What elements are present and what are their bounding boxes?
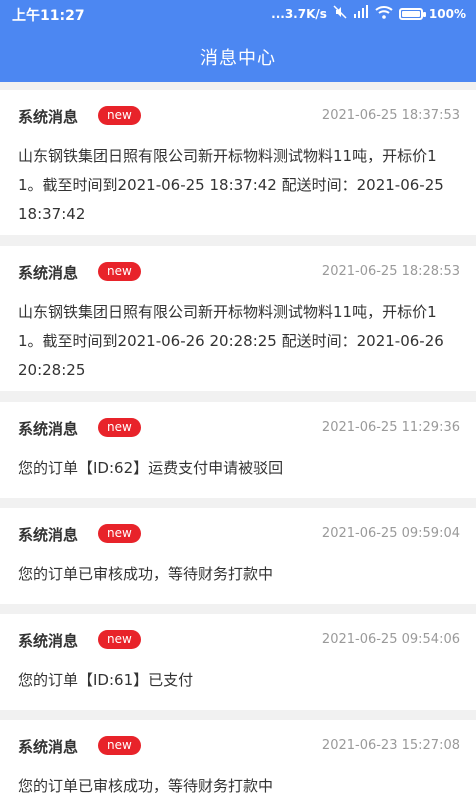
status-icons: ...3.7K/s 100% bbox=[271, 5, 466, 22]
message-item[interactable]: 系统消息 new 2021-06-23 15:27:08 您的订单已审核成功，等… bbox=[0, 720, 476, 796]
message-time: 2021-06-25 18:37:53 bbox=[321, 108, 460, 123]
message-sender: 系统消息 bbox=[18, 738, 79, 756]
battery-icon bbox=[398, 7, 426, 20]
message-content: 您的订单【ID:62】运费支付申请被驳回 bbox=[18, 459, 284, 477]
fade-overlay bbox=[276, 754, 476, 796]
new-badge: new bbox=[98, 418, 141, 437]
message-header: 系统消息 new 2021-06-25 18:37:53 bbox=[18, 104, 460, 128]
message-item[interactable]: 系统消息 new 2021-06-25 18:37:53 山东钢铁集团日照有限公… bbox=[0, 90, 476, 235]
message-header: 系统消息 new 2021-06-25 09:54:06 bbox=[18, 628, 460, 652]
message-item[interactable]: 系统消息 new 2021-06-25 18:28:53 山东钢铁集团日照有限公… bbox=[0, 246, 476, 391]
message-time: 2021-06-25 18:28:53 bbox=[321, 264, 460, 279]
message-header: 系统消息 new 2021-06-25 11:29:36 bbox=[18, 416, 460, 440]
message-sender: 系统消息 bbox=[18, 108, 79, 126]
battery-level: 100% bbox=[428, 6, 466, 21]
wifi-icon bbox=[375, 5, 393, 22]
signal-icon bbox=[353, 5, 369, 22]
message-sender: 系统消息 bbox=[18, 632, 79, 650]
message-sender: 系统消息 bbox=[18, 526, 79, 544]
status-bar: 上午11:27 ...3.7K/s 100% bbox=[0, 0, 476, 28]
new-badge: new bbox=[98, 736, 141, 755]
message-time: 2021-06-25 11:29:36 bbox=[321, 420, 460, 435]
page-title: 消息中心 bbox=[200, 48, 276, 69]
new-badge: new bbox=[98, 630, 141, 649]
new-badge: new bbox=[98, 524, 141, 543]
app-header: 上午11:27 ...3.7K/s 100% 消息中心 bbox=[0, 0, 476, 82]
message-content: 山东钢铁集团日照有限公司新开标物料测试物料11吨，开标价11。截至时间到2021… bbox=[18, 147, 444, 223]
message-time: 2021-06-25 09:54:06 bbox=[321, 632, 460, 647]
new-badge: new bbox=[98, 262, 141, 281]
message-header: 系统消息 new 2021-06-25 09:59:04 bbox=[18, 522, 460, 546]
message-content: 您的订单【ID:61】已支付 bbox=[18, 671, 194, 689]
network-speed: ...3.7K/s bbox=[271, 6, 327, 21]
message-item[interactable]: 系统消息 new 2021-06-25 09:54:06 您的订单【ID:61】… bbox=[0, 614, 476, 710]
mute-icon bbox=[333, 5, 347, 22]
message-item[interactable]: 系统消息 new 2021-06-25 09:59:04 您的订单已审核成功，等… bbox=[0, 508, 476, 604]
message-item[interactable]: 系统消息 new 2021-06-25 11:29:36 您的订单【ID:62】… bbox=[0, 402, 476, 498]
message-time: 2021-06-25 09:59:04 bbox=[321, 526, 460, 541]
message-sender: 系统消息 bbox=[18, 264, 79, 282]
message-sender: 系统消息 bbox=[18, 420, 79, 438]
status-time: 上午11:27 bbox=[12, 8, 85, 24]
message-time: 2021-06-23 15:27:08 bbox=[321, 738, 460, 753]
message-header: 系统消息 new 2021-06-25 18:28:53 bbox=[18, 260, 460, 284]
message-content: 您的订单已审核成功，等待财务打款中 bbox=[18, 565, 274, 583]
new-badge: new bbox=[98, 106, 141, 125]
message-content: 山东钢铁集团日照有限公司新开标物料测试物料11吨，开标价11。截至时间到2021… bbox=[18, 303, 444, 379]
